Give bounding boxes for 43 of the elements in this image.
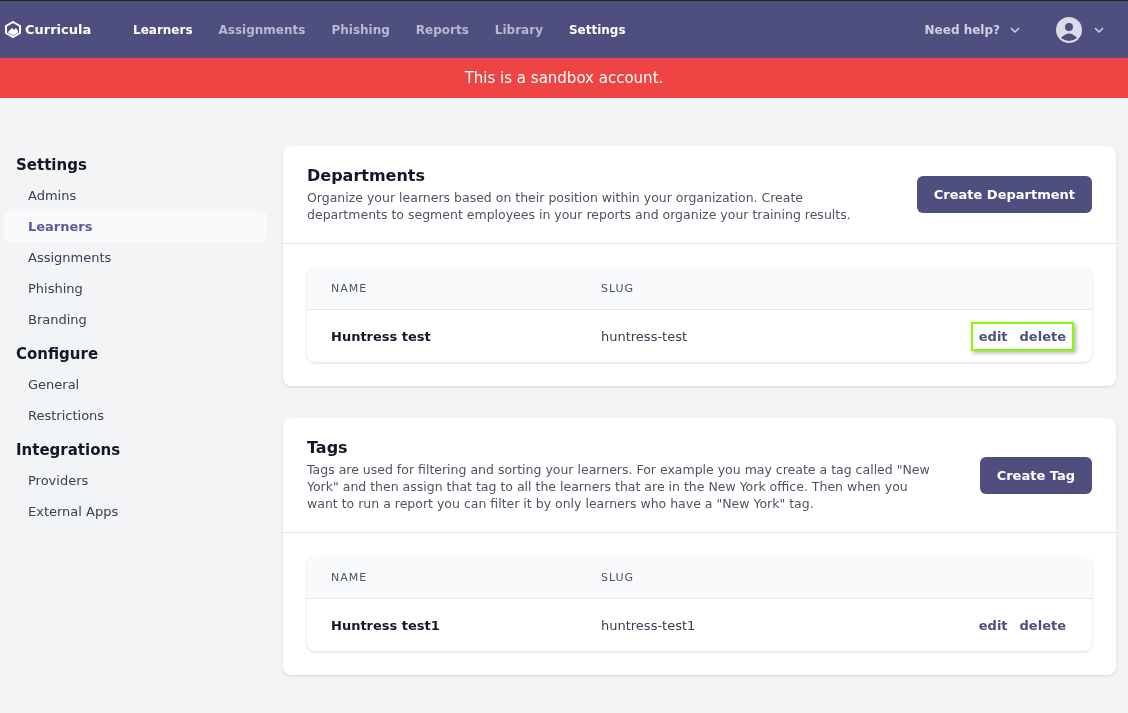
sidebar-item[interactable]: Admins	[4, 180, 267, 211]
delete-link[interactable]: delete	[1019, 328, 1066, 344]
column-header: NAME	[331, 571, 369, 584]
column-header: NAME	[331, 282, 369, 295]
nav-link[interactable]: Settings	[568, 22, 626, 37]
nav-link[interactable]: Library	[494, 22, 543, 37]
table-cell-text: huntress-test1	[601, 617, 697, 633]
sidebar-item[interactable]: General	[4, 369, 267, 400]
sidebar-item[interactable]: Assignments	[4, 242, 267, 273]
nav-link[interactable]: Learners	[133, 22, 193, 37]
sidebar-heading: Integrations	[15, 440, 122, 461]
column-header: SLUG	[601, 282, 636, 295]
create-button[interactable]: Create Department	[916, 176, 1092, 213]
avatar-icon[interactable]	[1056, 16, 1082, 43]
sidebar-item[interactable]: Branding	[4, 304, 267, 335]
edit-link[interactable]: edit	[978, 617, 1008, 633]
create-button[interactable]: Create Tag	[979, 456, 1092, 494]
section-title: Departments	[307, 166, 426, 185]
sidebar-item[interactable]: Providers	[4, 465, 267, 496]
column-header: SLUG	[601, 571, 636, 584]
sidebar-item[interactable]: Phishing	[4, 273, 267, 304]
table-cell-text: Huntress test1	[331, 617, 441, 633]
logo-text[interactable]: Curricula	[25, 22, 92, 37]
table-cell-text: Huntress test	[331, 328, 432, 344]
nav-link[interactable]: Reports	[415, 22, 469, 37]
sidebar-item[interactable]: Learners	[4, 211, 267, 242]
section-title: Tags	[307, 438, 349, 457]
section-description: Organize your learners based on their position within your organization. Create departments to segment employees in your reports and organize your training results.	[307, 189, 852, 223]
sidebar-item[interactable]: Restrictions	[4, 400, 267, 431]
nav-link[interactable]: Assignments	[218, 22, 306, 37]
help-menu[interactable]: Need help?	[918, 21, 1026, 38]
sidebar-heading: Settings	[15, 155, 88, 176]
sidebar-heading: Configure	[15, 344, 100, 365]
sidebar-item[interactable]: External Apps	[4, 496, 267, 527]
edit-link[interactable]: edit	[978, 328, 1008, 344]
nav-link[interactable]: Phishing	[331, 22, 390, 37]
chevron-icon	[1010, 26, 1020, 33]
table-cell-text: huntress-test	[601, 328, 689, 344]
section-description: Tags are used for filtering and sorting your learners. For example you may create a tag called "New York" and then assign that tag to all the learners that are in the New York office. Then when you want to run a report you can filter it by only learners who have a "New York" tag.	[307, 461, 931, 512]
logo-icon	[5, 21, 21, 38]
delete-link[interactable]: delete	[1019, 617, 1066, 633]
banner-text: This is a sandbox account.	[464, 69, 664, 87]
chevron-icon[interactable]	[1094, 26, 1104, 33]
